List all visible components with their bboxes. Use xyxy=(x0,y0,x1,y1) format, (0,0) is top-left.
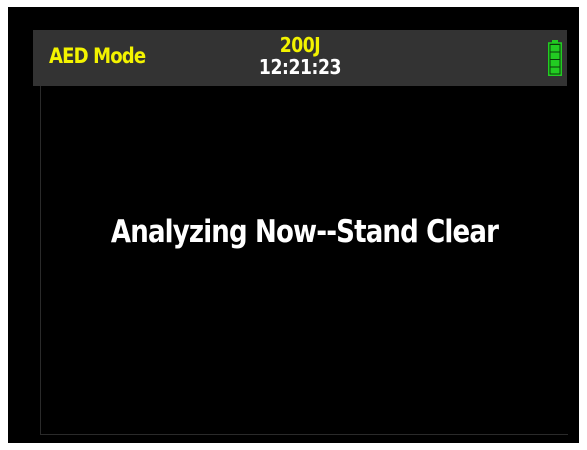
clock: 12:21:23 xyxy=(258,55,342,79)
status-center: 200J 12:21:23 xyxy=(213,34,387,78)
main-display: Analyzing Now--Stand Clear xyxy=(40,86,568,435)
battery-cell xyxy=(550,45,560,52)
battery-cell xyxy=(550,52,560,59)
energy-level: 200J xyxy=(279,33,321,57)
battery-cell xyxy=(550,67,560,74)
aed-screen: AED Mode 200J 12:21:23 Analyzing Now--St… xyxy=(8,7,579,443)
battery-full-icon xyxy=(548,40,562,76)
status-message: Analyzing Now--Stand Clear xyxy=(110,214,499,250)
mode-label: AED Mode xyxy=(49,44,146,68)
battery-cell xyxy=(550,60,560,67)
status-bar: AED Mode 200J 12:21:23 xyxy=(33,30,567,86)
